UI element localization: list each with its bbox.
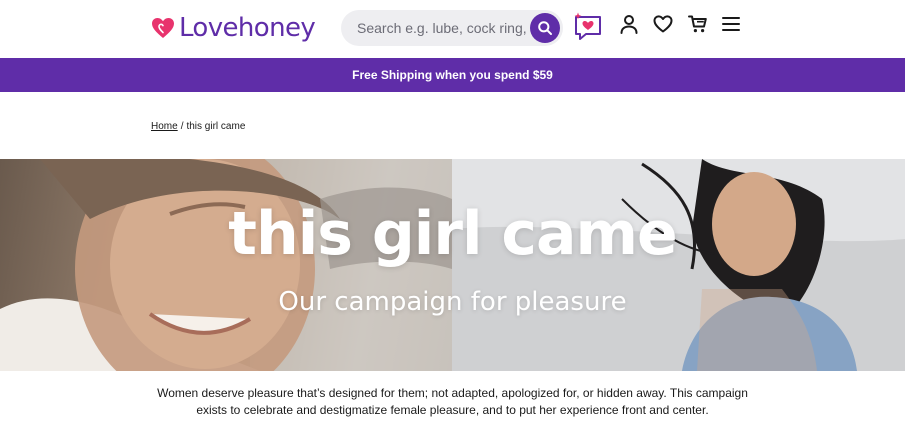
search-bar bbox=[341, 10, 563, 46]
account-icon[interactable] bbox=[619, 14, 639, 34]
wishlist-heart-icon[interactable] bbox=[653, 14, 673, 34]
cart-icon[interactable] bbox=[688, 14, 708, 34]
lovehoney-logo[interactable]: Lovehoney bbox=[151, 13, 316, 43]
hero-subtitle: Our campaign for pleasure bbox=[278, 287, 627, 317]
breadcrumb: Home / this girl came bbox=[151, 121, 245, 132]
campaign-intro-text: Women deserve pleasure that’s designed f… bbox=[157, 386, 748, 417]
hero-title: this girl came bbox=[228, 199, 677, 269]
site-header: Lovehoney bbox=[0, 0, 905, 58]
chat-heart-icon[interactable] bbox=[572, 11, 604, 43]
search-input[interactable] bbox=[341, 10, 527, 46]
breadcrumb-current: this girl came bbox=[186, 121, 246, 132]
breadcrumb-separator: / bbox=[180, 121, 184, 132]
promo-banner[interactable]: Free Shipping when you spend $59 bbox=[0, 58, 905, 92]
logo-heart-icon bbox=[152, 18, 174, 38]
breadcrumb-home-link[interactable]: Home bbox=[151, 121, 178, 132]
promo-text: Free Shipping when you spend $59 bbox=[352, 68, 553, 82]
search-icon bbox=[538, 21, 552, 35]
logo-text: Lovehoney bbox=[179, 13, 316, 43]
hero-banner: this girl came Our campaign for pleasure bbox=[0, 159, 905, 371]
menu-icon[interactable] bbox=[721, 14, 741, 34]
search-button[interactable] bbox=[530, 13, 560, 43]
